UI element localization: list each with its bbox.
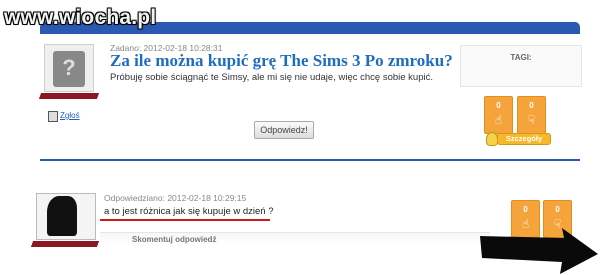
trash-icon[interactable] bbox=[48, 111, 58, 122]
answer-date: Odpowiedziano: 2012-02-18 10:29:15 bbox=[104, 193, 247, 203]
answer-vote-down-count: 0 bbox=[555, 205, 560, 214]
answer-body: a to jest różnica jak się kupuje w dzień… bbox=[104, 206, 274, 217]
question-vote-up-count: 0 bbox=[496, 101, 501, 110]
question-user-ribbon bbox=[38, 93, 100, 99]
section-divider bbox=[40, 159, 580, 161]
thumb-up-icon: ☝ bbox=[494, 113, 503, 127]
thumb-down-icon: ☟ bbox=[527, 113, 536, 127]
tags-box: TAGI: bbox=[460, 45, 582, 87]
reply-button[interactable]: Odpowiedz! bbox=[254, 121, 314, 139]
details-button[interactable]: Szczegóły bbox=[497, 133, 551, 145]
question-vote-down-count: 0 bbox=[529, 101, 534, 110]
answer-user-ribbon bbox=[30, 241, 100, 247]
comment-answer-link[interactable]: Skomentuj odpowiedź bbox=[100, 232, 490, 246]
avatar-photo bbox=[47, 196, 77, 236]
question-avatar[interactable]: ? bbox=[44, 44, 94, 92]
question-vote-up[interactable]: 0 ☝ bbox=[484, 96, 513, 134]
answer-avatar[interactable] bbox=[36, 193, 96, 240]
question-title[interactable]: Za ile można kupić grę The Sims 3 Po zmr… bbox=[110, 51, 453, 71]
black-arrow-annotation bbox=[480, 228, 598, 274]
question-vote-down[interactable]: 0 ☟ bbox=[517, 96, 546, 134]
answer-vote-up-count: 0 bbox=[523, 205, 528, 214]
answer-red-underline bbox=[100, 219, 270, 221]
question-body: Próbuję sobie ściągnąć te Simsy, ale mi … bbox=[110, 72, 433, 83]
tags-label: TAGI: bbox=[510, 53, 532, 62]
watermark-text: www.wiocha.pl bbox=[4, 6, 157, 29]
report-link[interactable]: Zgłoś bbox=[60, 111, 80, 120]
user-silhouette-icon: ? bbox=[53, 51, 85, 87]
